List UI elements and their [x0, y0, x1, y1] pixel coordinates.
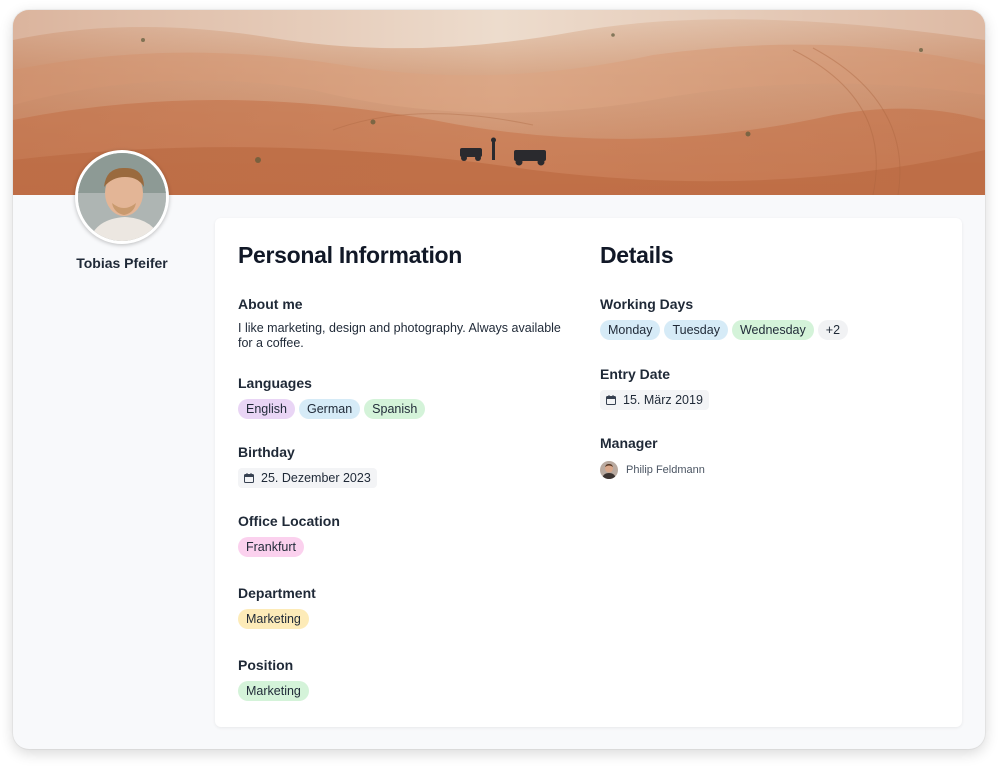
- birthday-field: Birthday 25. Dezember 2023: [238, 444, 578, 488]
- manager-label: Manager: [600, 435, 658, 451]
- more-days-tag[interactable]: +2: [817, 320, 849, 340]
- about-me-text: I like marketing, design and photography…: [238, 321, 561, 350]
- details-heading: Details: [600, 242, 674, 268]
- entry-date-text: 15. März 2019: [623, 393, 703, 407]
- department-tag[interactable]: Marketing: [238, 609, 309, 629]
- manager-name: Philip Feldmann: [626, 464, 705, 476]
- working-day-tag[interactable]: Tuesday: [664, 320, 728, 340]
- manager-link[interactable]: Philip Feldmann: [600, 461, 940, 479]
- personal-information-heading: Personal Information: [238, 242, 463, 268]
- language-tag[interactable]: English: [238, 399, 295, 419]
- profile-card: Personal Information About me I like mar…: [215, 218, 962, 727]
- office-location-tag[interactable]: Frankfurt: [238, 537, 305, 557]
- working-day-tag[interactable]: Wednesday: [731, 320, 814, 340]
- profile-avatar[interactable]: [75, 150, 169, 244]
- birthday-date-text: 25. Dezember 2023: [261, 471, 371, 485]
- working-days-tags: Monday Tuesday Wednesday +2: [600, 320, 940, 340]
- working-days-label: Working Days: [600, 296, 694, 312]
- birthday-label: Birthday: [238, 444, 295, 460]
- position-label: Position: [238, 657, 294, 673]
- position-tag[interactable]: Marketing: [238, 681, 309, 701]
- language-tag[interactable]: German: [299, 399, 361, 419]
- position-field: Position Marketing: [238, 657, 578, 701]
- working-day-tag[interactable]: Monday: [600, 320, 661, 340]
- about-me-label: About me: [238, 296, 303, 312]
- languages-label: Languages: [238, 375, 312, 391]
- birthday-date[interactable]: 25. Dezember 2023: [238, 468, 377, 488]
- manager-field: Manager Philip Feldmann: [600, 435, 940, 479]
- office-location-field: Office Location Frankfurt: [238, 513, 578, 557]
- profile-name: Tobias Pfeifer: [76, 255, 168, 271]
- languages-tags: English German Spanish: [238, 399, 578, 419]
- department-field: Department Marketing: [238, 585, 578, 629]
- languages-field: Languages English German Spanish: [238, 375, 578, 419]
- calendar-icon: [606, 395, 616, 405]
- entry-date-label: Entry Date: [600, 366, 671, 382]
- working-days-field: Working Days Monday Tuesday Wednesday +2: [600, 296, 940, 340]
- manager-avatar: [600, 461, 618, 479]
- calendar-icon: [244, 473, 254, 483]
- about-me-field: About me I like marketing, design and ph…: [238, 296, 578, 351]
- office-location-label: Office Location: [238, 513, 340, 529]
- profile-window: Tobias Pfeifer Personal Information Abou…: [13, 10, 985, 749]
- entry-date-field: Entry Date 15. März 2019: [600, 366, 940, 410]
- language-tag[interactable]: Spanish: [364, 399, 426, 419]
- entry-date[interactable]: 15. März 2019: [600, 390, 709, 410]
- department-label: Department: [238, 585, 316, 601]
